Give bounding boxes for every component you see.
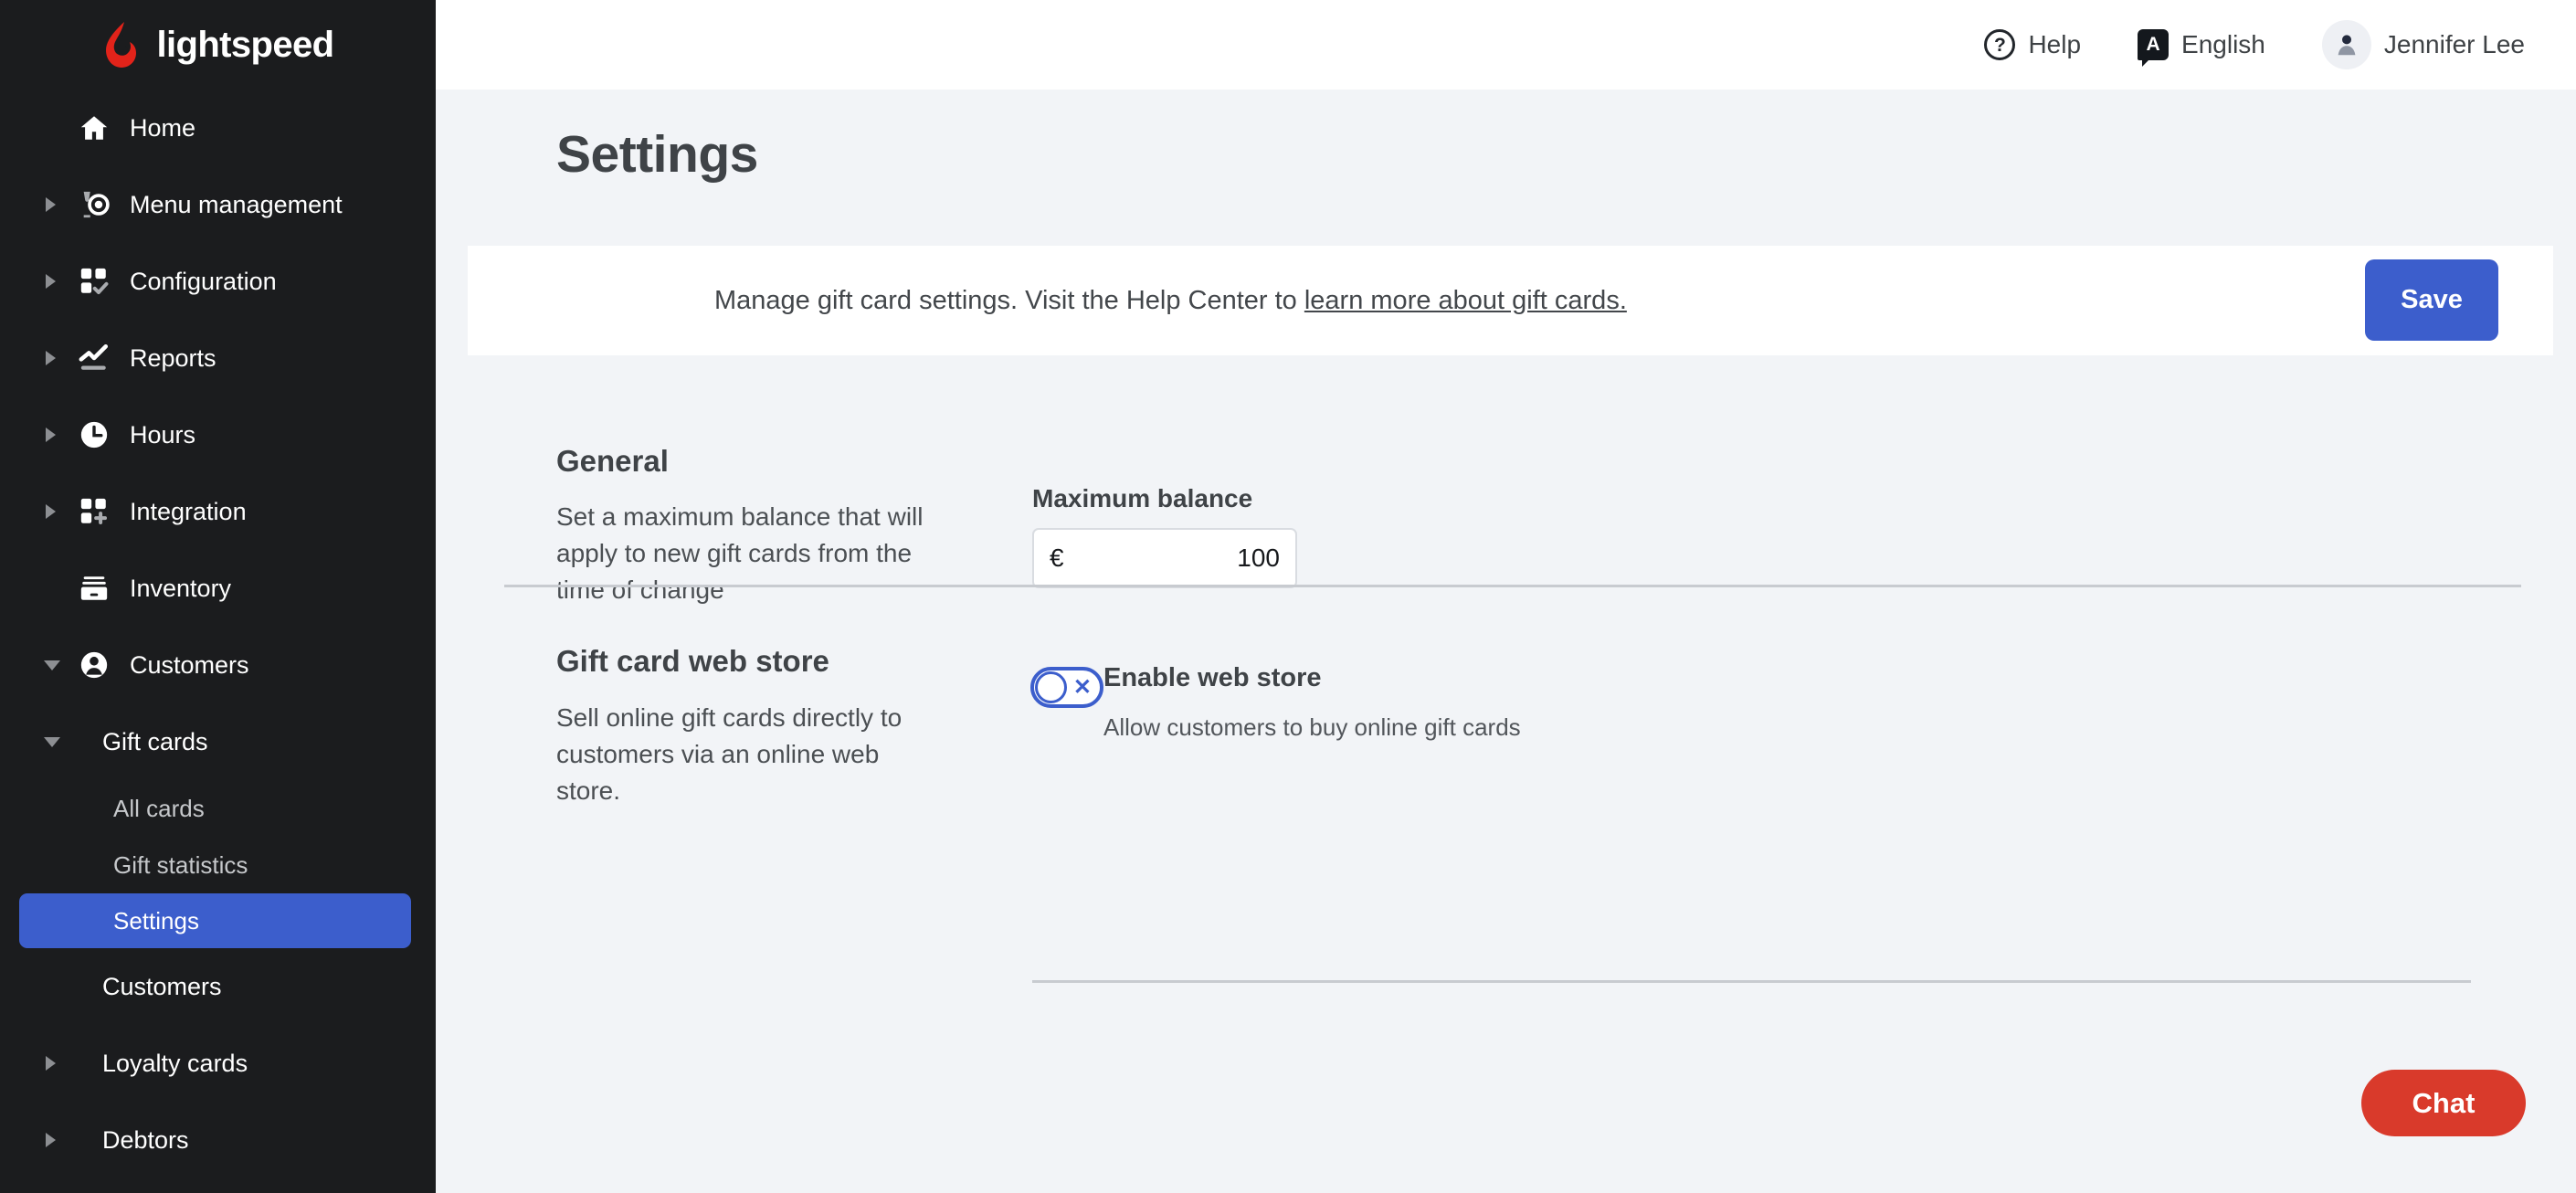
lightspeed-flame-logo-icon: [101, 21, 143, 69]
sidebar-item-gift-cards-group[interactable]: Gift cards: [0, 703, 436, 780]
general-section-description: Set a maximum balance that will apply to…: [556, 499, 940, 607]
chart-line-icon: [77, 341, 111, 375]
sidebar-item-label: Home: [130, 114, 195, 143]
brand-wordmark: lightspeed: [156, 26, 333, 63]
page-title: Settings: [556, 124, 758, 185]
brand-logo[interactable]: lightspeed: [0, 0, 436, 90]
chevron-down-icon[interactable]: [44, 737, 60, 747]
sidebar-item-label: Debtors: [102, 1126, 189, 1155]
notice-card: Manage gift card settings. Visit the Hel…: [468, 246, 2553, 355]
grid-plus-icon: [77, 494, 111, 529]
help-button[interactable]: ? Help: [1984, 29, 2081, 60]
clock-icon: [77, 417, 111, 452]
user-avatar-icon: [2322, 20, 2371, 69]
chat-button[interactable]: Chat: [2361, 1070, 2526, 1136]
sidebar-item-label: Settings: [113, 907, 199, 935]
grid-check-icon: [77, 264, 111, 299]
sidebar-item-label: Customers: [130, 651, 249, 680]
enable-web-store-toggle[interactable]: ✕: [1030, 667, 1103, 708]
sidebar: lightspeed Home Menu management: [0, 0, 436, 1193]
sidebar-item-label: Gift cards: [102, 728, 208, 756]
enable-web-store-label: Enable web store: [1103, 663, 1322, 693]
chevron-right-icon[interactable]: [46, 428, 56, 442]
menu-wine-icon: [77, 187, 111, 222]
user-menu[interactable]: Jennifer Lee: [2322, 20, 2525, 69]
chevron-right-icon[interactable]: [46, 351, 56, 365]
sidebar-item-label: Inventory: [130, 575, 231, 603]
chevron-right-icon[interactable]: [46, 1133, 56, 1147]
section-divider: [504, 585, 2521, 587]
main-content: Settings Manage gift card settings. Visi…: [436, 90, 2576, 1193]
sidebar-item-settings[interactable]: Settings: [19, 893, 411, 948]
sidebar-item-label: All cards: [113, 795, 205, 823]
sidebar-item-hours[interactable]: Hours: [0, 396, 436, 473]
person-circle-icon: [77, 648, 111, 682]
sidebar-item-label: Customers: [102, 973, 222, 1001]
sidebar-item-consumer-interaction[interactable]: Consumer interaction: [0, 1178, 436, 1193]
chevron-right-icon[interactable]: [46, 197, 56, 212]
maximum-balance-input[interactable]: € 100: [1032, 528, 1297, 588]
language-selector[interactable]: A English: [2138, 29, 2265, 60]
sidebar-item-label: Integration: [130, 498, 247, 526]
maximum-balance-value: 100: [1237, 544, 1280, 573]
user-name-label: Jennifer Lee: [2384, 30, 2525, 59]
chevron-right-icon[interactable]: [46, 1056, 56, 1071]
sidebar-item-label: Menu management: [130, 191, 343, 219]
close-icon: ✕: [1073, 677, 1092, 699]
inventory-icon: [77, 571, 111, 606]
sidebar-item-inventory[interactable]: Inventory: [0, 550, 436, 627]
sidebar-item-integration[interactable]: Integration: [0, 473, 436, 550]
chevron-right-icon[interactable]: [46, 504, 56, 519]
language-label: English: [2181, 30, 2265, 59]
chevron-down-icon[interactable]: [44, 660, 60, 670]
language-badge-icon: A: [2138, 29, 2169, 60]
sidebar-item-label: Loyalty cards: [102, 1050, 248, 1078]
maximum-balance-label: Maximum balance: [1032, 484, 1252, 513]
home-icon: [77, 111, 111, 145]
question-circle-icon: ?: [1984, 29, 2015, 60]
save-button[interactable]: Save: [2365, 259, 2498, 341]
sidebar-item-label: Hours: [130, 421, 195, 449]
sidebar-item-menu-management[interactable]: Menu management: [0, 166, 436, 243]
top-header: ? Help A English Jennifer Lee: [436, 0, 2576, 90]
row-divider: [1032, 980, 2471, 983]
learn-more-link[interactable]: learn more about gift cards.: [1304, 286, 1627, 315]
sidebar-item-label: Gift statistics: [113, 851, 248, 880]
currency-symbol: €: [1050, 544, 1064, 573]
sidebar-item-loyalty-cards[interactable]: Loyalty cards: [0, 1025, 436, 1102]
sidebar-item-configuration[interactable]: Configuration: [0, 243, 436, 320]
sidebar-item-customers-group[interactable]: Customers: [0, 627, 436, 703]
sidebar-item-gift-statistics[interactable]: Gift statistics: [0, 837, 436, 893]
sidebar-item-label: Configuration: [130, 268, 277, 296]
toggle-knob: [1035, 671, 1067, 703]
webstore-section-heading: Gift card web store: [556, 644, 829, 679]
enable-web-store-description: Allow customers to buy online gift cards: [1103, 713, 1521, 742]
sidebar-item-reports[interactable]: Reports: [0, 320, 436, 396]
help-label: Help: [2028, 30, 2081, 59]
notice-text: Manage gift card settings. Visit the Hel…: [714, 286, 1627, 316]
sidebar-item-home[interactable]: Home: [0, 90, 436, 166]
notice-text-prefix: Manage gift card settings. Visit the Hel…: [714, 286, 1304, 315]
sidebar-item-customers[interactable]: Customers: [0, 948, 436, 1025]
sidebar-item-all-cards[interactable]: All cards: [0, 780, 436, 837]
webstore-section-description: Sell online gift cards directly to custo…: [556, 700, 922, 808]
sidebar-item-label: Reports: [130, 344, 216, 373]
chevron-right-icon[interactable]: [46, 274, 56, 289]
general-section-heading: General: [556, 444, 669, 479]
sidebar-item-debtors[interactable]: Debtors: [0, 1102, 436, 1178]
